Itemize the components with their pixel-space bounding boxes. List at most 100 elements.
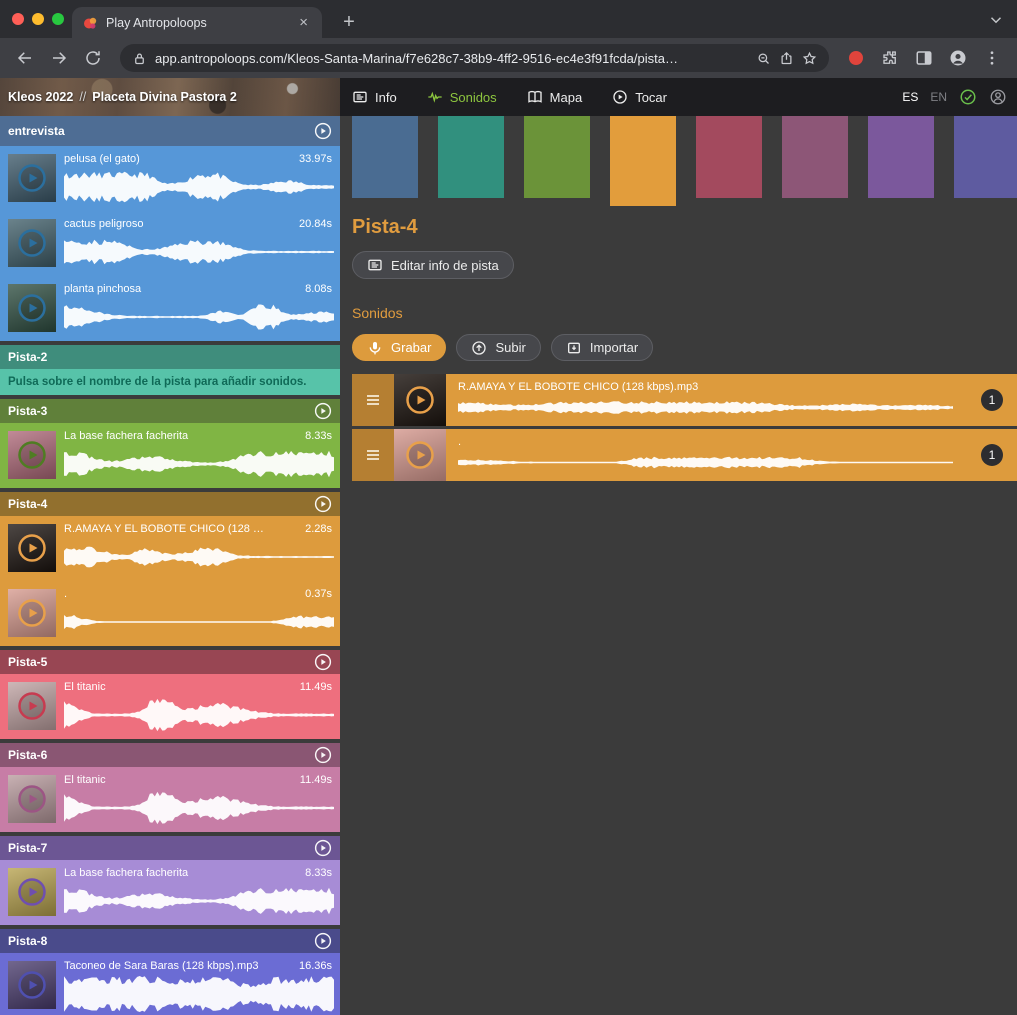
tab-search-chevron-icon[interactable] <box>987 11 1005 29</box>
account-icon[interactable] <box>989 88 1007 106</box>
track-color-swatch-selected[interactable] <box>610 116 676 206</box>
clip-play-icon[interactable] <box>17 598 47 628</box>
lang-en[interactable]: EN <box>930 90 947 104</box>
bookmark-star-icon[interactable] <box>802 51 817 66</box>
track-header[interactable]: Pista-3 <box>0 399 340 423</box>
clip-row[interactable]: R.AMAYA Y EL BOBOTE CHICO (128 kbps).mp3… <box>0 516 340 581</box>
track-color-swatch[interactable] <box>524 116 590 198</box>
clip-row[interactable]: cactus peligroso 20.84s <box>0 211 340 276</box>
clip-thumbnail[interactable] <box>8 868 56 916</box>
track-header[interactable]: Pista-6 <box>0 743 340 767</box>
clip-row[interactable]: La base fachera facherita 8.33s <box>0 860 340 925</box>
clip-row[interactable]: . 0.37s <box>0 581 340 646</box>
tab-close-icon[interactable]: × <box>295 13 312 32</box>
clip-play-icon[interactable] <box>17 970 47 1000</box>
clip-waveform[interactable] <box>64 697 334 733</box>
clip-play-icon[interactable] <box>17 784 47 814</box>
clip-waveform[interactable] <box>64 446 334 482</box>
track-color-swatch[interactable] <box>438 116 504 198</box>
drag-handle[interactable] <box>352 429 394 481</box>
track-play-button[interactable] <box>314 746 332 764</box>
clip-thumbnail[interactable] <box>8 961 56 1009</box>
track-play-button[interactable] <box>314 839 332 857</box>
track-color-swatch[interactable] <box>782 116 848 198</box>
project-banner[interactable]: Kleos 2022 // Placeta Divina Pastora 2 <box>0 78 340 116</box>
clip-waveform[interactable] <box>64 299 334 335</box>
clip-row[interactable]: La base fachera facherita 8.33s <box>0 423 340 488</box>
sound-thumbnail[interactable] <box>394 374 446 426</box>
zoom-icon[interactable] <box>756 51 771 66</box>
sound-play-icon[interactable] <box>405 440 435 470</box>
close-window-button[interactable] <box>12 13 24 25</box>
clip-play-icon[interactable] <box>17 440 47 470</box>
address-bar[interactable]: app.antropoloops.com/Kleos-Santa-Marina/… <box>120 44 829 72</box>
clip-play-icon[interactable] <box>17 691 47 721</box>
tab-mapa[interactable]: Mapa <box>527 89 583 105</box>
clip-row[interactable]: planta pinchosa 8.08s <box>0 276 340 341</box>
track-header[interactable]: Pista-4 <box>0 492 340 516</box>
upload-button[interactable]: Subir <box>456 334 540 361</box>
clip-thumbnail[interactable] <box>8 154 56 202</box>
clip-play-icon[interactable] <box>17 293 47 323</box>
track-header[interactable]: Pista-8 <box>0 929 340 953</box>
track-header[interactable]: Pista-7 <box>0 836 340 860</box>
clip-waveform[interactable] <box>64 539 334 575</box>
clip-waveform[interactable] <box>64 604 334 640</box>
track-header[interactable]: Pista-2 <box>0 345 340 369</box>
sound-play-icon[interactable] <box>405 385 435 415</box>
clip-thumbnail[interactable] <box>8 524 56 572</box>
new-tab-button[interactable]: + <box>334 7 364 37</box>
reload-button[interactable] <box>78 43 108 73</box>
sound-thumbnail[interactable] <box>394 429 446 481</box>
url-text[interactable]: app.antropoloops.com/Kleos-Santa-Marina/… <box>155 51 678 66</box>
clip-row[interactable]: Taconeo de Sara Baras (128 kbps).mp3 16.… <box>0 953 340 1015</box>
extensions-puzzle-icon[interactable] <box>875 43 905 73</box>
back-button[interactable] <box>10 43 40 73</box>
track-play-button[interactable] <box>314 495 332 513</box>
track-play-button[interactable] <box>314 122 332 140</box>
clip-thumbnail[interactable] <box>8 431 56 479</box>
clip-thumbnail[interactable] <box>8 219 56 267</box>
clip-play-icon[interactable] <box>17 877 47 907</box>
import-button[interactable]: Importar <box>551 334 653 361</box>
minimize-window-button[interactable] <box>32 13 44 25</box>
sound-row[interactable]: R.AMAYA Y EL BOBOTE CHICO (128 kbps).mp3… <box>352 374 1017 426</box>
track-color-swatch[interactable] <box>868 116 934 198</box>
track-header[interactable]: entrevista <box>0 116 340 146</box>
drag-handle[interactable] <box>352 374 394 426</box>
tab-tocar[interactable]: Tocar <box>612 89 667 105</box>
clip-thumbnail[interactable] <box>8 682 56 730</box>
sound-waveform[interactable] <box>458 451 953 474</box>
track-play-button[interactable] <box>314 653 332 671</box>
edit-track-info-button[interactable]: Editar info de pista <box>352 251 514 279</box>
track-color-swatch[interactable] <box>352 116 418 198</box>
clip-play-icon[interactable] <box>17 533 47 563</box>
clip-waveform[interactable] <box>64 883 334 919</box>
track-play-button[interactable] <box>314 932 332 950</box>
lang-es[interactable]: ES <box>902 90 918 104</box>
sound-row[interactable]: . 1 <box>352 429 1017 481</box>
clip-play-icon[interactable] <box>17 228 47 258</box>
track-header[interactable]: Pista-5 <box>0 650 340 674</box>
clip-waveform[interactable] <box>64 790 334 826</box>
profile-avatar-icon[interactable] <box>943 43 973 73</box>
sound-waveform[interactable] <box>458 396 953 419</box>
clip-play-icon[interactable] <box>17 163 47 193</box>
tab-sonidos[interactable]: Sonidos <box>427 89 497 105</box>
track-play-button[interactable] <box>314 402 332 420</box>
recording-extension-icon[interactable] <box>849 51 863 65</box>
clip-waveform[interactable] <box>64 976 334 1012</box>
browser-tab[interactable]: Play Antropoloops × <box>72 7 322 38</box>
clip-waveform[interactable] <box>64 234 334 270</box>
track-color-swatch[interactable] <box>696 116 762 198</box>
share-icon[interactable] <box>779 51 794 66</box>
track-color-swatch[interactable] <box>954 116 1017 198</box>
tab-info[interactable]: Info <box>352 89 397 105</box>
side-panel-icon[interactable] <box>909 43 939 73</box>
forward-button[interactable] <box>44 43 74 73</box>
clip-row[interactable]: El titanic 11.49s <box>0 674 340 739</box>
clip-row[interactable]: pelusa (el gato) 33.97s <box>0 146 340 211</box>
record-button[interactable]: Grabar <box>352 334 446 361</box>
browser-menu-icon[interactable] <box>977 43 1007 73</box>
fullscreen-window-button[interactable] <box>52 13 64 25</box>
